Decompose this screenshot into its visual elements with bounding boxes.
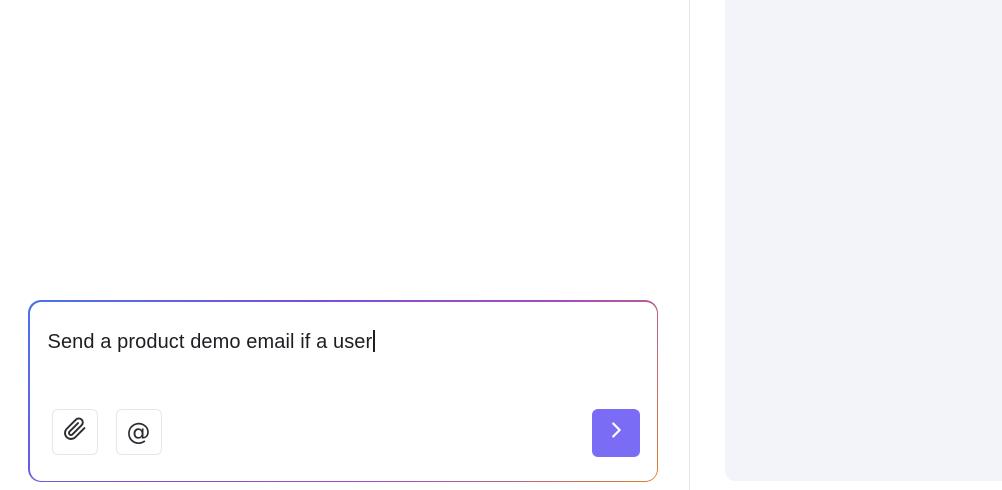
paperclip-icon xyxy=(63,417,87,446)
prompt-composer: Send a product demo email if a user @ xyxy=(28,300,658,482)
chat-pane: Send a product demo email if a user @ xyxy=(0,0,689,490)
preview-panel xyxy=(725,0,1002,481)
send-button[interactable] xyxy=(591,408,640,457)
prompt-input-box[interactable]: Send a product demo email if a user @ xyxy=(29,301,657,481)
attach-button[interactable] xyxy=(51,408,98,455)
prompt-text: Send a product demo email if a user xyxy=(47,330,373,353)
app-window: Send a product demo email if a user @ xyxy=(0,0,1002,490)
chevron-right-icon xyxy=(605,419,627,446)
pane-divider xyxy=(689,0,690,490)
at-sign-icon: @ xyxy=(126,417,151,446)
text-caret xyxy=(373,329,375,352)
prompt-input[interactable]: Send a product demo email if a user xyxy=(47,329,375,354)
mention-button[interactable]: @ xyxy=(115,408,162,455)
